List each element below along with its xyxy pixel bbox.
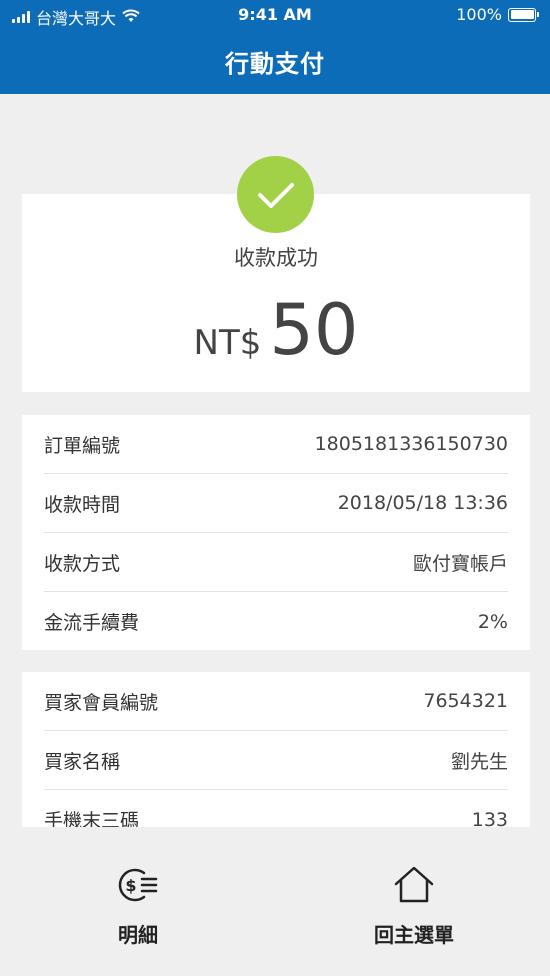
detail-label: 買家名稱 xyxy=(44,750,121,773)
currency-label: NT$ xyxy=(193,323,262,363)
status-bar: 台灣大哥大 9:41 AM 100% xyxy=(0,0,550,30)
detail-value: 歐付寶帳戶 xyxy=(412,552,508,575)
detail-label: 手機末三碼 xyxy=(44,810,140,827)
detail-row-payment-method: 收款方式 歐付寶帳戶 xyxy=(44,533,508,592)
detail-value: 2018/05/18 13:36 xyxy=(337,492,508,514)
status-bar-right: 100% xyxy=(456,5,539,24)
home-icon xyxy=(314,863,514,907)
detail-label: 訂單編號 xyxy=(44,434,121,457)
dollar-list-icon: $ xyxy=(38,863,238,907)
detail-value: 劉先生 xyxy=(450,750,508,773)
detail-value: 1805181336150730 xyxy=(314,433,508,455)
detail-row-buyer-id: 買家會員編號 7654321 xyxy=(44,672,508,731)
amount-value: 50 xyxy=(269,289,359,371)
details-button-label: 明細 xyxy=(118,923,158,947)
detail-value: 7654321 xyxy=(423,690,508,712)
success-message: 收款成功 xyxy=(234,246,318,270)
detail-row-payment-time: 收款時間 2018/05/18 13:36 xyxy=(44,474,508,533)
detail-value: 133 xyxy=(471,808,508,828)
buyer-details-card[interactable]: 買家會員編號 7654321 買家名稱 劉先生 手機末三碼 133 xyxy=(22,672,530,827)
detail-value: 2% xyxy=(477,610,508,633)
detail-row-order-number: 訂單編號 1805181336150730 xyxy=(44,415,508,474)
detail-row-phone-last-digits: 手機末三碼 133 xyxy=(44,790,508,828)
home-menu-button[interactable]: 回主選單 xyxy=(314,863,514,948)
check-icon xyxy=(237,156,314,233)
page-title: 行動支付 xyxy=(225,50,325,78)
svg-text:$: $ xyxy=(125,876,136,895)
detail-label: 收款時間 xyxy=(44,493,121,516)
details-button[interactable]: $ 明細 xyxy=(38,863,238,948)
detail-row-buyer-name: 買家名稱 劉先生 xyxy=(44,731,508,790)
battery-percent: 100% xyxy=(456,5,502,24)
detail-label: 金流手續費 xyxy=(44,612,140,634)
order-details-card: 訂單編號 1805181336150730 收款時間 2018/05/18 13… xyxy=(22,415,530,650)
battery-icon xyxy=(508,7,539,22)
amount-display: NT$ 50 xyxy=(22,290,530,370)
detail-label: 收款方式 xyxy=(44,552,121,575)
detail-label: 買家會員編號 xyxy=(44,691,159,714)
detail-row-fee: 金流手續費 2% xyxy=(44,592,508,651)
bottom-nav: $ 明細 回主選單 xyxy=(0,827,550,976)
home-menu-label: 回主選單 xyxy=(374,923,454,947)
app-header: 台灣大哥大 9:41 AM 100% 行動支付 xyxy=(0,0,550,94)
